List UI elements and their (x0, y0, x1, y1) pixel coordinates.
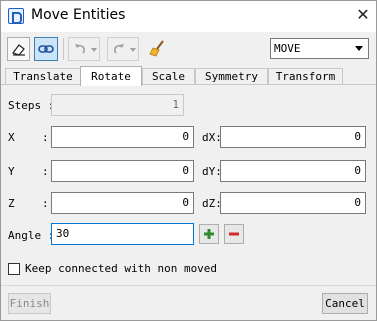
mode-select-value: MOVE (274, 42, 301, 55)
redo-icon (113, 44, 124, 54)
eraser-icon (12, 44, 25, 56)
toolbar: MOVE (1, 32, 376, 66)
z-colon: : (42, 197, 49, 210)
mode-select[interactable]: MOVE (270, 38, 369, 59)
link-button[interactable] (34, 37, 58, 61)
decrease-angle-button[interactable] (224, 224, 244, 244)
dx-field[interactable]: 0 (220, 126, 366, 148)
dz-label: dZ: (202, 197, 222, 210)
dy-field[interactable]: 0 (220, 160, 366, 182)
z-field[interactable]: 0 (51, 192, 194, 214)
rotate-panel: Steps : 1 X : 0 dX: 0 Y : 0 dY: 0 Z : 0 … (1, 84, 376, 254)
app-logo-icon (8, 8, 24, 24)
finish-button[interactable]: Finish (8, 293, 51, 314)
broom-button[interactable] (146, 37, 169, 61)
tab-symmetry[interactable]: Symmetry (195, 68, 268, 85)
y-field[interactable]: 0 (51, 160, 194, 182)
steps-field: 1 (51, 94, 184, 116)
toolbar-separator (63, 38, 64, 60)
dy-label: dY: (202, 165, 222, 178)
tab-translate[interactable]: Translate (5, 68, 81, 85)
tab-bar: Translate Rotate Scale Symmetry Transfor… (1, 66, 376, 86)
plus-icon (204, 229, 214, 239)
tab-rotate[interactable]: Rotate (80, 66, 142, 86)
chevron-down-icon (130, 48, 136, 52)
undo-button[interactable] (68, 37, 100, 61)
minus-icon (229, 232, 239, 236)
redo-button[interactable] (107, 37, 139, 61)
keep-connected-label: Keep connected with non moved (25, 262, 218, 275)
angle-label: Angle : (8, 229, 55, 242)
eraser-button[interactable] (7, 37, 30, 61)
window-title: Move Entities (31, 7, 126, 23)
close-icon[interactable]: ✕ (354, 5, 372, 25)
chevron-down-icon (355, 46, 363, 51)
tab-transform[interactable]: Transform (268, 68, 343, 85)
angle-field[interactable]: 30 (51, 223, 194, 245)
keep-connected-checkbox[interactable] (8, 263, 20, 275)
x-label: X (8, 131, 15, 144)
y-label: Y (8, 165, 15, 178)
cancel-button[interactable]: Cancel (322, 293, 368, 314)
broom-icon (149, 40, 164, 57)
undo-icon (75, 44, 86, 54)
x-field[interactable]: 0 (51, 126, 194, 148)
z-label: Z (8, 197, 15, 210)
title-bar: Move Entities ✕ (1, 1, 376, 32)
y-colon: : (42, 165, 49, 178)
tab-scale[interactable]: Scale (142, 68, 195, 85)
link-icon (38, 45, 54, 53)
x-colon: : (42, 131, 49, 144)
divider (1, 285, 376, 286)
chevron-down-icon (91, 48, 97, 52)
steps-label: Steps : (8, 99, 55, 112)
dz-field[interactable]: 0 (220, 192, 366, 214)
dx-label: dX: (202, 131, 222, 144)
move-entities-dialog: Move Entities ✕ MOVE Translate Rotate Sc… (0, 0, 377, 321)
increase-angle-button[interactable] (199, 224, 219, 244)
